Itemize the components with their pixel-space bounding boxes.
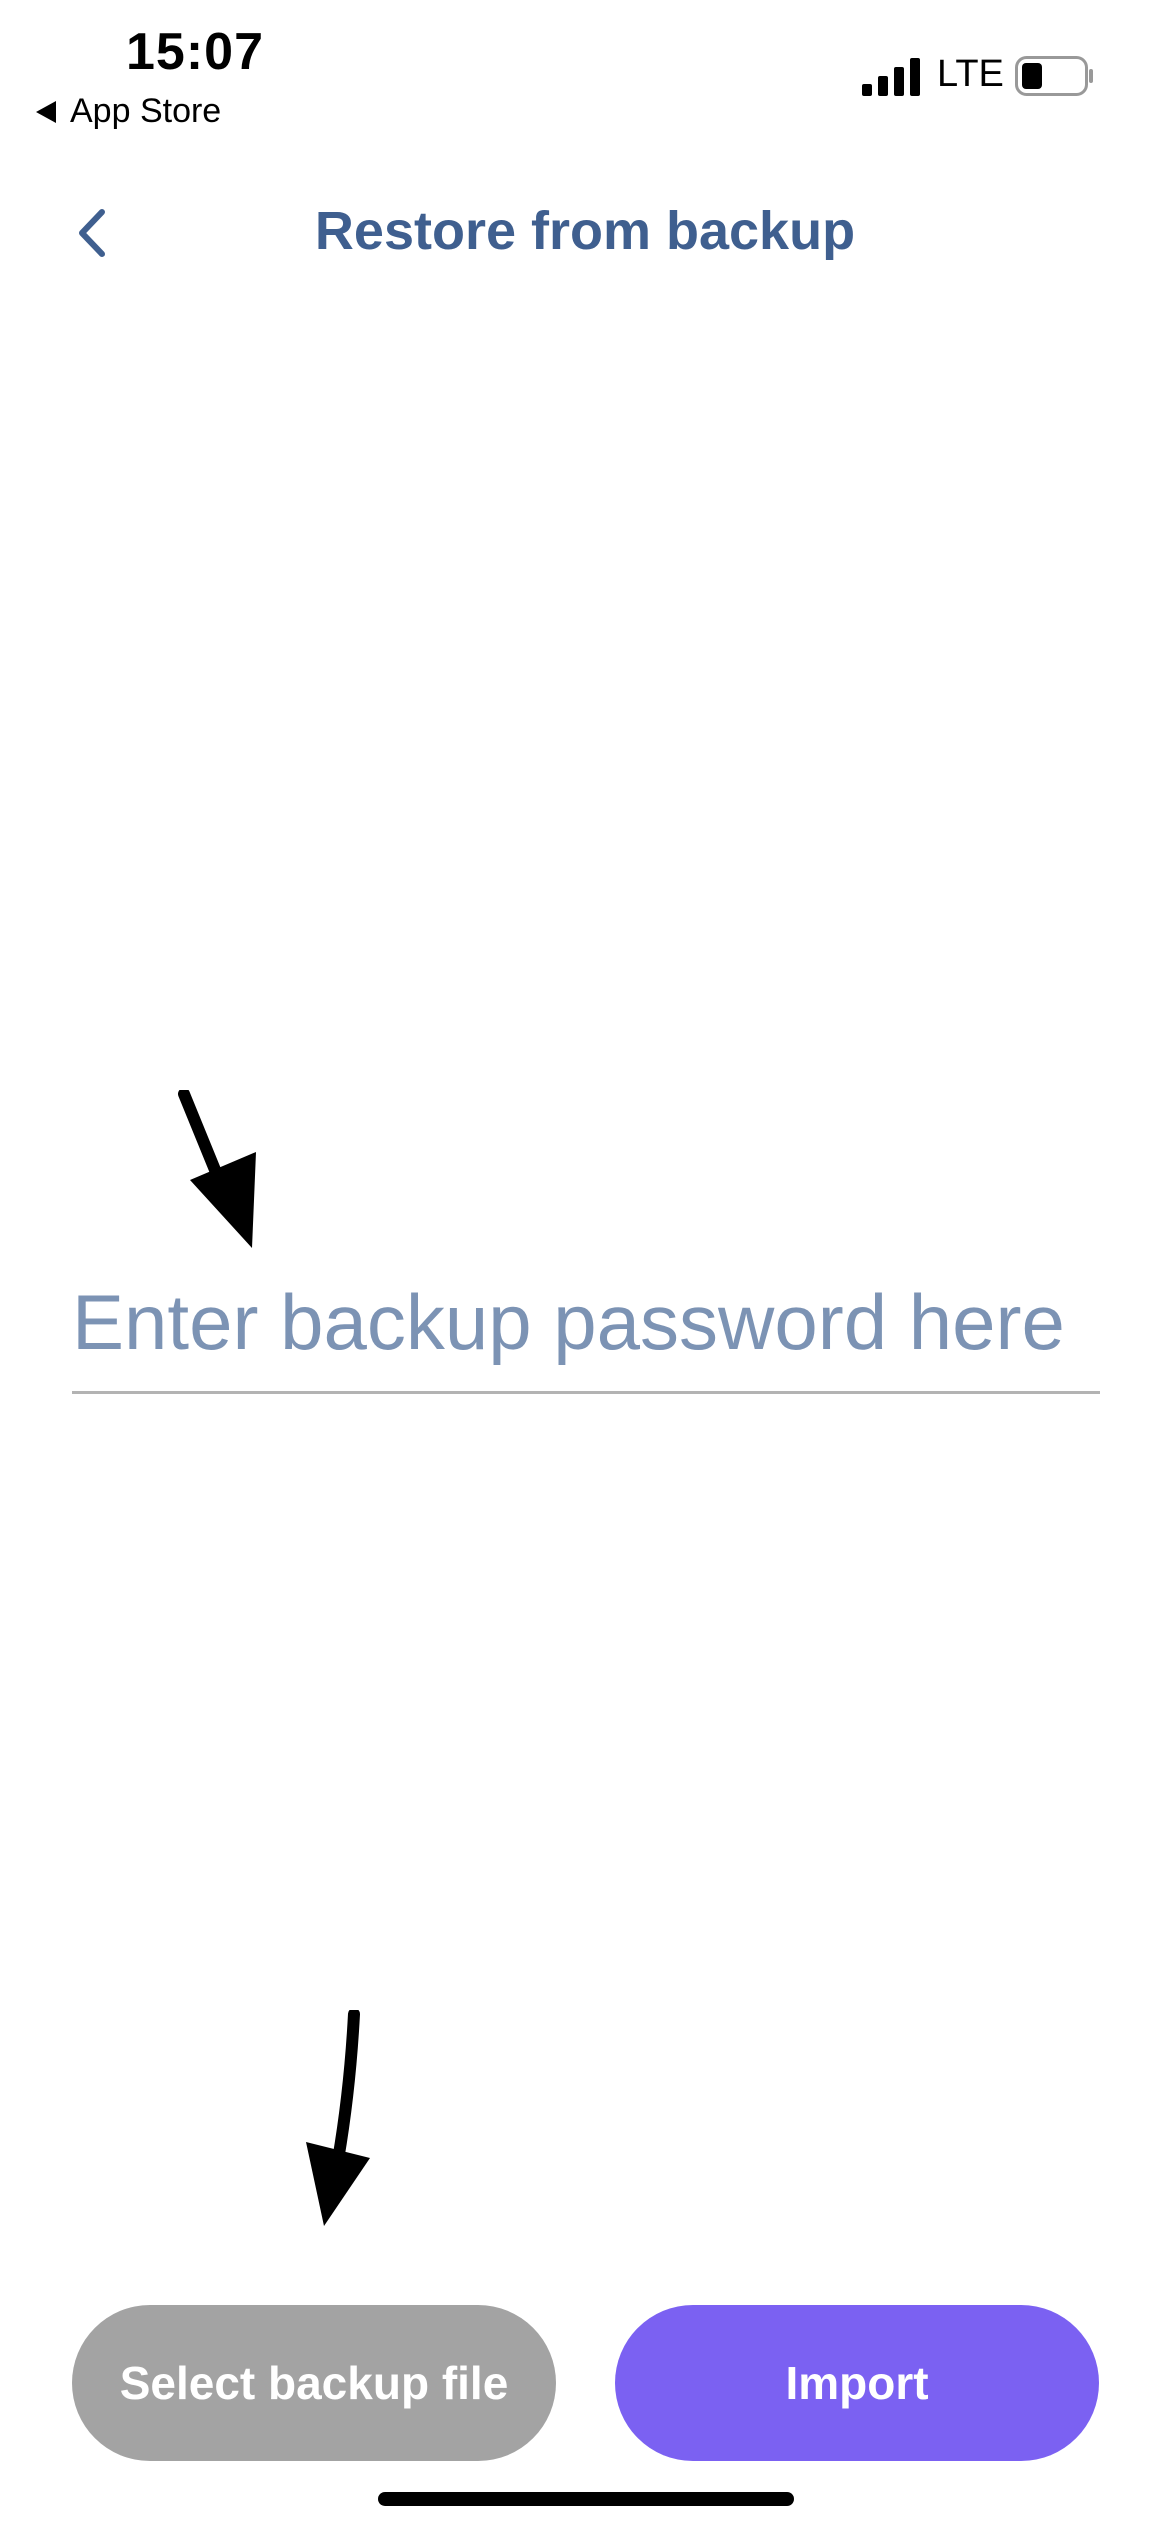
- back-triangle-icon: [36, 100, 56, 123]
- home-indicator[interactable]: [378, 2492, 794, 2506]
- page-title: Restore from backup: [314, 201, 856, 261]
- annotation-arrow-password: [178, 1090, 256, 1248]
- cellular-signal-icon: [862, 58, 920, 96]
- status-back-to-app[interactable]: App Store: [36, 92, 221, 131]
- status-time: 15:07: [126, 23, 264, 81]
- status-back-label: App Store: [70, 92, 222, 130]
- select-backup-file-button[interactable]: Select backup file: [72, 2305, 556, 2461]
- password-underline: [72, 1391, 1100, 1394]
- battery-low-icon: [1015, 56, 1093, 96]
- import-button[interactable]: Import: [615, 2305, 1099, 2461]
- network-type: LTE: [937, 53, 1004, 95]
- backup-password-input[interactable]: [72, 1262, 1100, 1382]
- annotation-arrow-select-file: [306, 2010, 370, 2226]
- select-backup-file-label: Select backup file: [119, 2357, 509, 2409]
- import-label: Import: [785, 2357, 929, 2409]
